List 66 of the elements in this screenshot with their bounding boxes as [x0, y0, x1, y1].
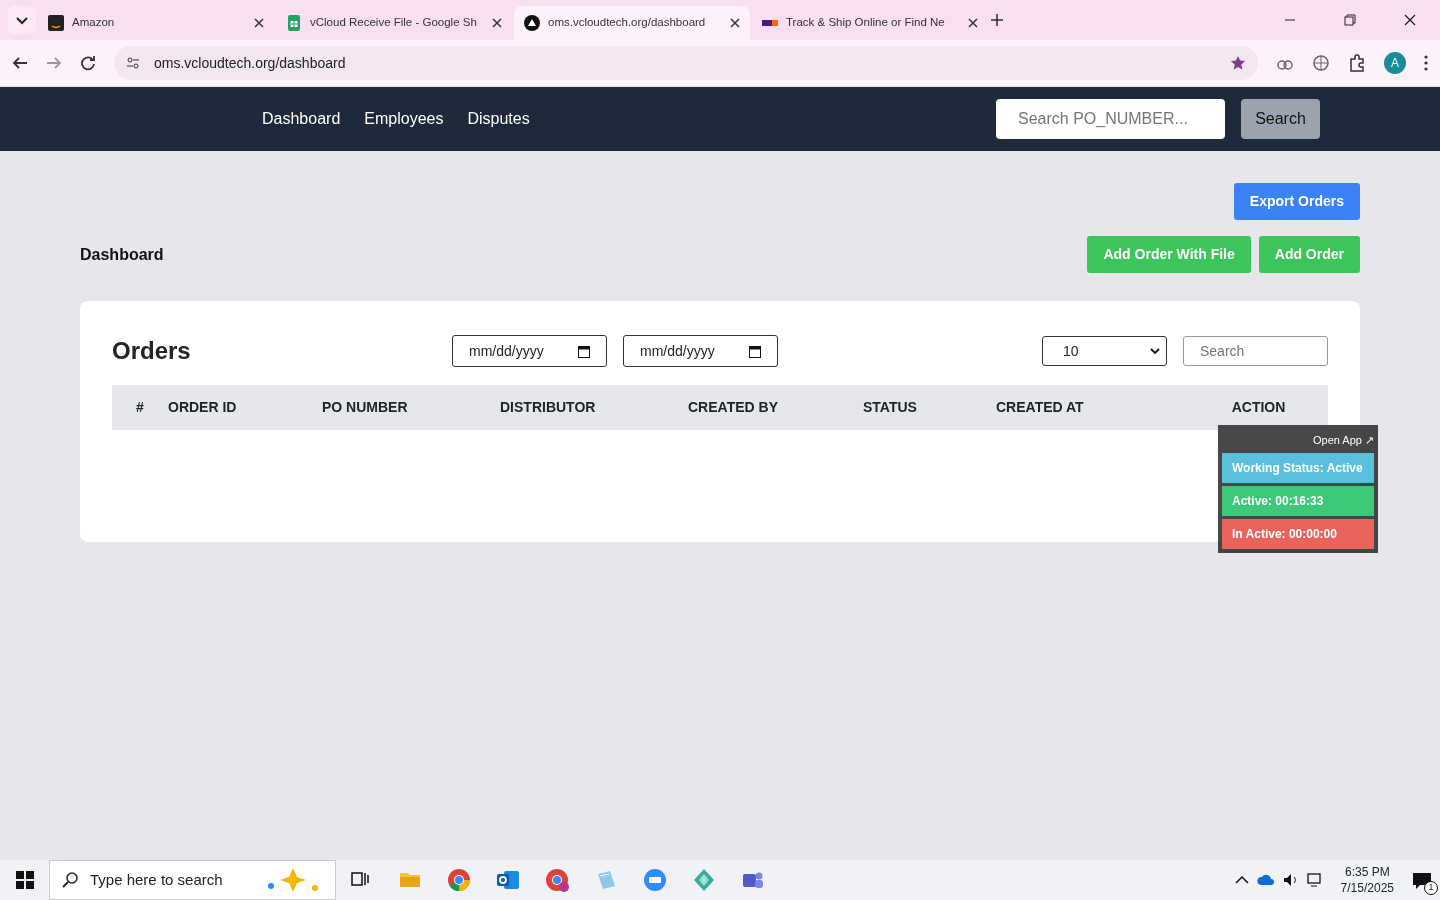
clock[interactable]: 6:35 PM 7/15/2025 [1340, 863, 1394, 897]
browser-tab[interactable]: Amazon [38, 6, 274, 40]
speaker-icon[interactable] [1282, 873, 1299, 887]
site-settings-icon [126, 56, 140, 70]
taskbar-search-field[interactable]: Type here to search [49, 860, 336, 900]
new-tab-icon[interactable] [990, 13, 1004, 27]
date-field[interactable]: mm/dd/yyyy [452, 335, 607, 367]
open-app-link[interactable]: Open App ↗ [1313, 434, 1374, 446]
page-title: Dashboard [80, 244, 165, 265]
column-header: CREATED AT [996, 398, 1085, 417]
star-icon[interactable] [1230, 55, 1246, 71]
tab-list-icon[interactable] [8, 6, 36, 34]
column-header: DISTRIBUTOR [500, 398, 597, 417]
column-header: STATUS [863, 398, 918, 417]
restore-icon[interactable] [1344, 14, 1356, 26]
back-icon[interactable] [12, 55, 28, 71]
menu-icon[interactable] [1424, 55, 1428, 71]
forward-icon[interactable] [46, 55, 62, 71]
browser-tab[interactable]: vCloud Receive File - Google Sh [276, 6, 512, 40]
close-icon[interactable] [492, 18, 502, 28]
notification-icon[interactable] [1412, 871, 1432, 890]
chrome-profile-icon[interactable] [544, 868, 569, 892]
close-icon[interactable] [968, 18, 978, 28]
search-field[interactable]: Search PO_NUMBER... [996, 99, 1225, 139]
network-icon[interactable] [1306, 873, 1323, 887]
column-header: PO NUMBER [322, 398, 409, 417]
nav-link[interactable]: Employees [364, 107, 444, 131]
mail-app-icon[interactable] [495, 868, 520, 892]
globe-icon[interactable] [1312, 54, 1330, 72]
close-icon[interactable] [1404, 14, 1416, 26]
address-bar[interactable]: oms.vcloudtech.org/dashboard [114, 46, 1258, 80]
video-call-icon[interactable] [642, 868, 667, 892]
status-bar: Active: 00:16:33 [1222, 486, 1374, 516]
triangle-logo-icon [524, 15, 540, 31]
date-field[interactable]: mm/dd/yyyy [623, 335, 778, 367]
spreadsheet-icon [286, 15, 302, 31]
status-bar: In Active: 00:00:00 [1222, 519, 1374, 549]
profile-avatar[interactable]: A [1384, 52, 1406, 74]
close-icon[interactable] [254, 18, 264, 28]
chevron-up-icon[interactable] [1234, 875, 1249, 885]
column-header: ORDER ID [168, 398, 238, 417]
browser-tab[interactable]: Track & Ship Online or Find Ne [752, 6, 988, 40]
puzzle-icon[interactable] [1348, 54, 1366, 72]
chevron-down-icon [1150, 347, 1160, 355]
nav-link[interactable]: Disputes [467, 107, 530, 131]
windows-logo-icon [15, 871, 34, 889]
column-header: CREATED BY [688, 398, 779, 417]
close-icon[interactable] [730, 18, 740, 28]
diamond-app-icon[interactable] [691, 868, 716, 892]
cloud-icon[interactable] [1256, 874, 1275, 886]
column-header: # [135, 398, 145, 417]
column-header: ACTION [1230, 398, 1287, 417]
search-button[interactable]: Search [1241, 99, 1320, 139]
reload-icon[interactable] [80, 55, 96, 71]
card-title: Orders [112, 336, 192, 366]
browser-tab[interactable]: oms.vcloudtech.org/dashboard [514, 6, 750, 40]
nav-link[interactable]: Dashboard [262, 107, 341, 131]
search-icon [62, 872, 78, 888]
status-bar: Working Status: Active [1222, 453, 1374, 483]
calendar-icon [578, 344, 590, 358]
calendar-icon [749, 344, 761, 358]
page-size-select[interactable]: 10 [1042, 336, 1167, 366]
chrome-icon[interactable] [446, 868, 471, 892]
amazon-logo-icon [48, 15, 64, 31]
export-orders-button[interactable]: Export Orders [1233, 183, 1360, 220]
search-field[interactable]: Search [1183, 336, 1328, 366]
